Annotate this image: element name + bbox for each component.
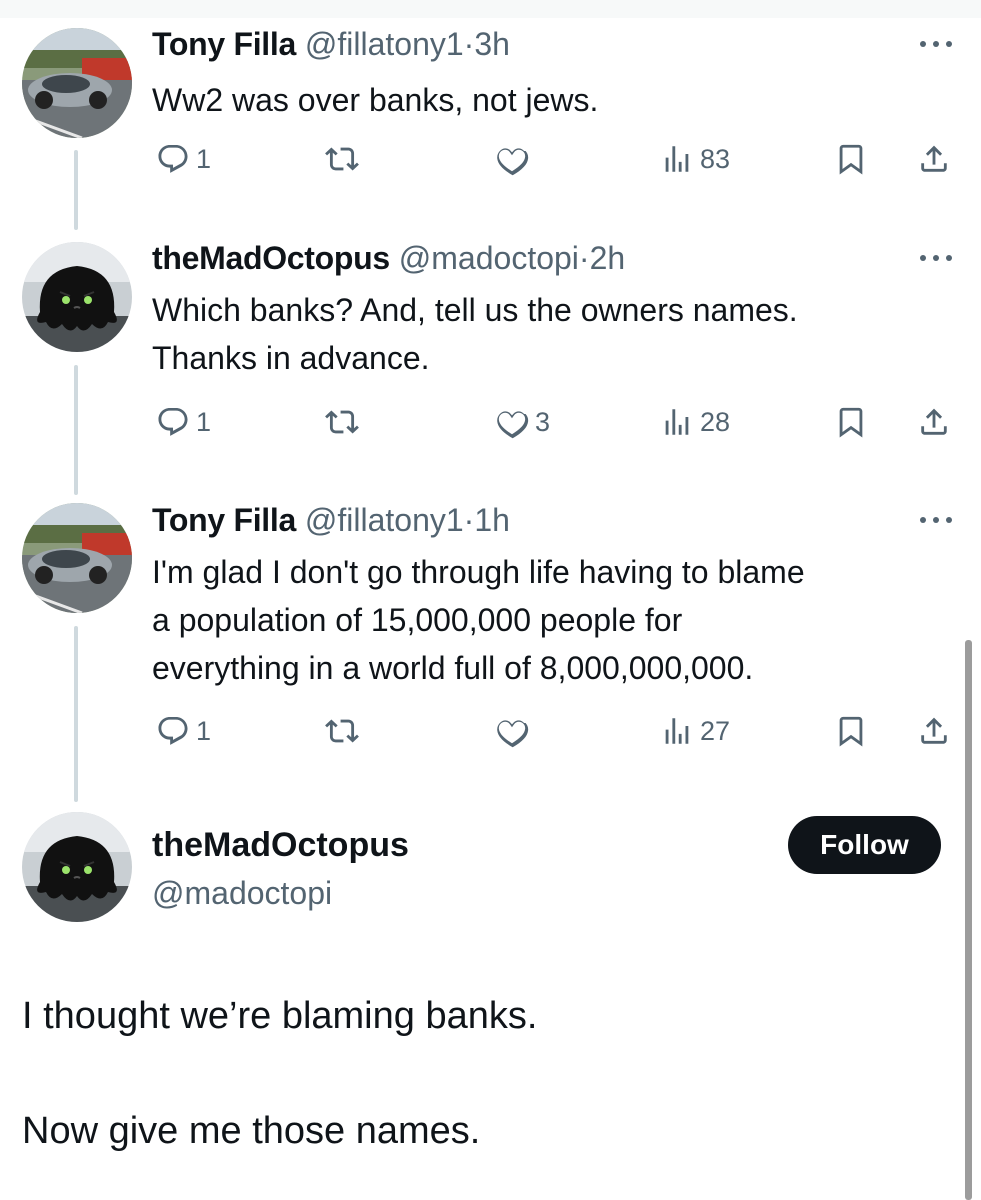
tweet-text-line: Which banks? And, tell us the owners nam… <box>152 292 798 328</box>
tweet-header: Tony Filla @fillatony1·1h <box>152 500 510 540</box>
bookmark-button[interactable] <box>834 402 868 442</box>
more-icon[interactable] <box>918 512 954 523</box>
separator-dot: · <box>578 240 590 276</box>
tweet-text: Which banks? And, tell us the owners nam… <box>152 286 798 382</box>
separator-dot: · <box>463 26 475 62</box>
views-icon <box>660 405 694 439</box>
display-name[interactable]: Tony Filla <box>152 26 296 62</box>
display-name[interactable]: theMadOctopus <box>152 824 409 866</box>
heart-icon <box>495 142 529 176</box>
share-icon <box>917 405 951 439</box>
more-icon[interactable] <box>918 250 954 261</box>
views-button[interactable]: 83 <box>660 139 730 179</box>
share-button[interactable] <box>917 711 951 751</box>
bookmark-button[interactable] <box>834 711 868 751</box>
avatar[interactable] <box>22 242 132 352</box>
avatar[interactable] <box>22 503 132 613</box>
tweet-text: Ww2 was over banks, not jews. <box>152 76 598 124</box>
share-button[interactable] <box>917 402 951 442</box>
reply-icon <box>156 714 190 748</box>
reply-button[interactable]: 1 <box>156 139 211 179</box>
timestamp[interactable]: 2h <box>590 240 626 276</box>
share-icon <box>917 142 951 176</box>
views-icon <box>660 142 694 176</box>
retweet-icon <box>325 714 359 748</box>
views-button[interactable]: 28 <box>660 402 730 442</box>
separator-dot: · <box>463 502 475 538</box>
action-bar: 1 27 <box>0 711 981 751</box>
main-tweet-text-line: I thought we’re blaming banks. <box>22 995 538 1037</box>
more-icon[interactable] <box>918 36 954 47</box>
tweet-text-line: Thanks in advance. <box>152 340 430 376</box>
views-button[interactable]: 27 <box>660 711 730 751</box>
bookmark-icon <box>834 714 868 748</box>
top-strip <box>0 0 981 18</box>
bookmark-icon <box>834 405 868 439</box>
reply-icon <box>156 405 190 439</box>
reply-button[interactable]: 1 <box>156 711 211 751</box>
tweet-text: I'm glad I don't go through life having … <box>152 548 805 692</box>
tweet-text-line: I'm glad I don't go through life having … <box>152 554 805 590</box>
user-handle[interactable]: @madoctopi <box>399 240 579 276</box>
share-button[interactable] <box>917 139 951 179</box>
tweet-text-line: a population of 15,000,000 people for <box>152 602 683 638</box>
avatar[interactable] <box>22 28 132 138</box>
retweet-icon <box>325 405 359 439</box>
scrollbar[interactable] <box>965 640 972 1200</box>
heart-icon <box>495 405 529 439</box>
retweet-button[interactable] <box>325 139 365 179</box>
views-count: 27 <box>700 715 731 746</box>
reply-count: 1 <box>196 143 212 174</box>
user-handle[interactable]: @fillatony1 <box>305 502 464 538</box>
heart-icon <box>495 714 529 748</box>
views-icon <box>660 714 694 748</box>
retweet-icon <box>325 142 359 176</box>
tweet-text-line: Ww2 was over banks, not jews. <box>152 82 599 118</box>
timestamp[interactable]: 3h <box>474 26 510 62</box>
bookmark-icon <box>834 142 868 176</box>
like-button[interactable] <box>495 139 535 179</box>
views-count: 28 <box>700 406 731 437</box>
like-count: 3 <box>535 406 551 437</box>
user-handle[interactable]: @madoctopi <box>152 872 332 914</box>
retweet-button[interactable] <box>325 711 365 751</box>
action-bar: 1 3 28 <box>0 402 981 442</box>
display-name[interactable]: Tony Filla <box>152 502 296 538</box>
share-icon <box>917 714 951 748</box>
bookmark-button[interactable] <box>834 139 868 179</box>
action-bar: 1 83 <box>0 139 981 179</box>
avatar[interactable] <box>22 812 132 922</box>
reply-button[interactable]: 1 <box>156 402 211 442</box>
tweet-text-line: everything in a world full of 8,000,000,… <box>152 650 754 686</box>
tweet-header: theMadOctopus @madoctopi·2h <box>152 238 625 278</box>
like-button[interactable] <box>495 711 535 751</box>
retweet-button[interactable] <box>325 402 365 442</box>
tweet-header: Tony Filla @fillatony1·3h <box>152 24 510 64</box>
reply-count: 1 <box>196 406 212 437</box>
like-button[interactable]: 3 <box>495 402 550 442</box>
follow-button[interactable]: Follow <box>788 816 941 874</box>
reply-count: 1 <box>196 715 212 746</box>
reply-icon <box>156 142 190 176</box>
display-name[interactable]: theMadOctopus <box>152 240 390 276</box>
user-handle[interactable]: @fillatony1 <box>305 26 464 62</box>
timestamp[interactable]: 1h <box>474 502 510 538</box>
views-count: 83 <box>700 143 731 174</box>
main-tweet-text-line: Now give me those names. <box>22 1110 481 1152</box>
